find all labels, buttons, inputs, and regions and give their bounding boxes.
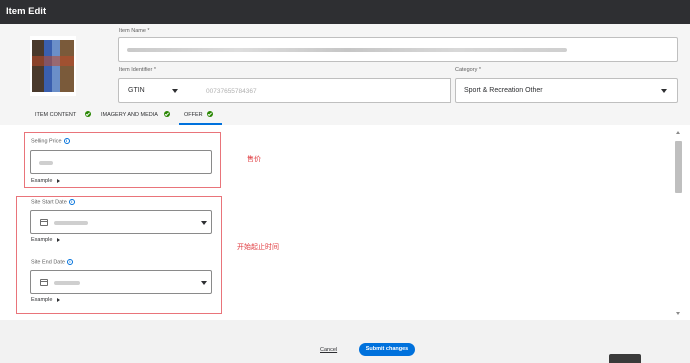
action-footer: Cancel Submit changes: [0, 320, 690, 363]
category-value: Sport & Recreation Other: [464, 87, 543, 94]
corner-widget: [609, 354, 641, 363]
site-start-date-label-text: Site Start Date: [31, 199, 67, 206]
category-label: Category *: [455, 67, 481, 73]
site-end-example-toggle[interactable]: Example: [31, 297, 61, 303]
window-title: Item Edit: [6, 6, 47, 17]
site-start-date-redacted-value: [54, 221, 88, 225]
site-start-example-toggle[interactable]: Example: [31, 237, 61, 243]
check-circle-icon: [85, 111, 91, 117]
calendar-icon: [40, 219, 48, 226]
calendar-icon: [40, 279, 48, 286]
chevron-down-icon: [201, 281, 207, 285]
thumbnail-panel: [52, 40, 60, 92]
info-icon[interactable]: i: [68, 199, 75, 205]
annotation-price-note: 售价: [247, 155, 261, 163]
example-label: Example: [31, 178, 53, 184]
scrollbar-thumb[interactable]: [675, 141, 682, 193]
tab-offer[interactable]: OFFER: [179, 108, 222, 125]
info-icon[interactable]: i: [63, 138, 70, 144]
window-titlebar: Item Edit: [0, 0, 690, 24]
caret-right-icon: [57, 297, 61, 302]
tab-item-content[interactable]: ITEM CONTENT: [35, 108, 95, 125]
selling-price-label-text: Selling Price: [31, 138, 62, 145]
check-circle-icon: [207, 111, 213, 117]
example-label: Example: [31, 237, 53, 243]
scroll-up-icon[interactable]: [676, 131, 680, 134]
scroll-down-icon[interactable]: [676, 312, 680, 315]
selling-price-redacted-value: [39, 161, 53, 165]
annotation-dates-note: 开始起止时间: [237, 243, 279, 251]
thumbnail-panel: [32, 40, 44, 92]
offer-panel: 售价 开始起止时间 Selling Price i Example Site St…: [0, 125, 690, 320]
identifier-value-input[interactable]: 00737655784367: [187, 78, 451, 103]
caret-right-icon: [57, 178, 61, 183]
thumbnail-panel: [60, 40, 74, 92]
identifier-value-text: 00737655784367: [206, 88, 257, 95]
chevron-down-icon: [661, 89, 667, 93]
site-end-date-select[interactable]: [30, 270, 212, 294]
panel-scrollbar[interactable]: [673, 129, 684, 317]
chevron-down-icon: [201, 221, 207, 225]
category-select[interactable]: Sport & Recreation Other: [455, 78, 678, 103]
identifier-type-value: GTIN: [128, 87, 145, 94]
thumbnail-band: [32, 56, 74, 66]
site-start-date-select[interactable]: [30, 210, 212, 234]
tab-label: IMAGERY AND MEDIA: [101, 112, 158, 118]
tab-label: OFFER: [184, 112, 203, 118]
site-end-date-label: Site End Date i: [31, 259, 73, 265]
thumbnail-panel: [44, 40, 52, 92]
site-start-date-label: Site Start Date i: [31, 199, 75, 205]
product-thumbnail[interactable]: [30, 36, 76, 96]
selling-price-input[interactable]: [30, 150, 212, 174]
selling-price-label: Selling Price i: [31, 138, 70, 144]
item-name-input[interactable]: [118, 37, 678, 62]
site-end-date-redacted-value: [54, 281, 80, 285]
caret-right-icon: [57, 237, 61, 242]
cancel-button[interactable]: Cancel: [320, 347, 337, 353]
item-name-label: Item Name *: [119, 28, 150, 34]
info-icon[interactable]: i: [66, 259, 73, 265]
check-circle-icon: [164, 111, 170, 117]
tab-label: ITEM CONTENT: [35, 112, 77, 118]
item-name-redacted-value: [127, 48, 567, 52]
site-end-date-label-text: Site End Date: [31, 259, 65, 266]
chevron-down-icon: [172, 89, 178, 93]
tab-imagery-and-media[interactable]: IMAGERY AND MEDIA: [101, 108, 173, 125]
selling-price-example-toggle[interactable]: Example: [31, 178, 61, 184]
identifier-type-select[interactable]: GTIN: [118, 78, 188, 103]
example-label: Example: [31, 297, 53, 303]
submit-changes-button[interactable]: Submit changes: [359, 343, 415, 356]
item-identifier-label: Item Identifier *: [119, 67, 156, 73]
